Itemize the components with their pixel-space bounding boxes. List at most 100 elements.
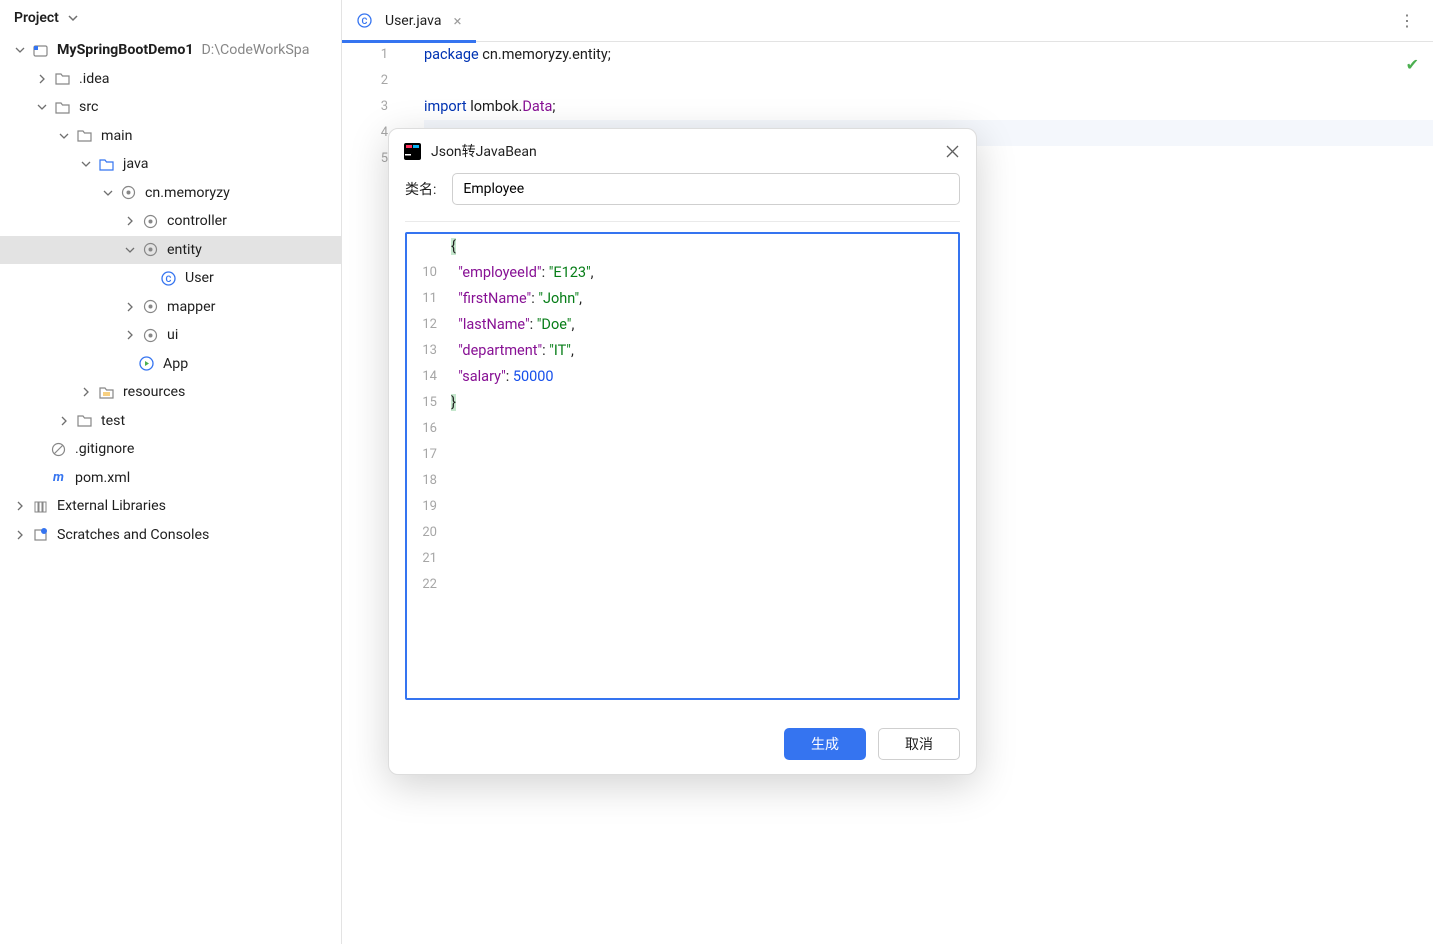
tree-item-external-libraries[interactable]: External Libraries xyxy=(0,492,341,521)
tree-item-src[interactable]: src xyxy=(0,93,341,122)
class-icon: C xyxy=(160,270,177,287)
tree-label: entity xyxy=(167,242,202,258)
chevron-right-icon xyxy=(12,527,28,543)
json-string: "John" xyxy=(538,290,579,307)
tree-label: src xyxy=(79,99,98,115)
chevron-right-icon xyxy=(34,71,50,87)
json-key: "firstName" xyxy=(458,290,531,307)
tree-label: resources xyxy=(123,384,185,400)
code-keyword: package xyxy=(424,46,482,63)
json-key: "employeeId" xyxy=(458,264,541,281)
code-class: Data xyxy=(522,98,552,115)
tab-user-java[interactable]: C User.java × xyxy=(342,0,476,42)
chevron-right-icon xyxy=(122,213,138,229)
chevron-down-icon xyxy=(122,242,138,258)
project-tree[interactable]: MySpringBootDemo1 D:\CodeWorkSpa .idea s… xyxy=(0,36,341,549)
json-key: "lastName" xyxy=(458,316,529,333)
line-number: 14 xyxy=(407,364,437,390)
generate-button[interactable]: 生成 xyxy=(784,728,866,760)
tree-item-app[interactable]: App xyxy=(0,350,341,379)
line-number: 11 xyxy=(407,286,437,312)
line-number: 12 xyxy=(407,312,437,338)
close-icon[interactable]: × xyxy=(453,12,461,30)
dialog-body: 类名: 10 11 12 13 14 15 16 17 18 19 20 21 … xyxy=(389,173,976,714)
json-string: "E123" xyxy=(549,264,591,281)
project-panel-title: Project xyxy=(14,10,59,26)
chevron-right-icon xyxy=(78,384,94,400)
line-number: 19 xyxy=(407,494,437,520)
project-name: MySpringBootDemo1 xyxy=(57,42,193,58)
tree-item-gitignore[interactable]: .gitignore xyxy=(0,435,341,464)
json-content[interactable]: { "employeeId": "E123", "firstName": "Jo… xyxy=(445,234,958,698)
line-number: 16 xyxy=(407,416,437,442)
package-icon xyxy=(142,327,159,344)
tree-label: pom.xml xyxy=(75,470,130,486)
tree-label: User xyxy=(185,270,214,286)
cancel-button[interactable]: 取消 xyxy=(878,728,960,760)
tree-root[interactable]: MySpringBootDemo1 D:\CodeWorkSpa xyxy=(0,36,341,65)
line-number: 15 xyxy=(407,390,437,416)
tree-item-mapper[interactable]: mapper xyxy=(0,293,341,322)
checkmark-icon[interactable]: ✔ xyxy=(1406,52,1419,78)
chevron-down-icon xyxy=(65,10,81,26)
class-icon: C xyxy=(356,12,373,29)
json-key: "department" xyxy=(458,342,542,359)
line-number: 5 xyxy=(342,146,388,172)
tree-item-package[interactable]: cn.memoryzy xyxy=(0,179,341,208)
json-editor[interactable]: 10 11 12 13 14 15 16 17 18 19 20 21 22 {… xyxy=(405,232,960,700)
tree-item-controller[interactable]: controller xyxy=(0,207,341,236)
tree-item-user[interactable]: C User xyxy=(0,264,341,293)
tree-item-resources[interactable]: resources xyxy=(0,378,341,407)
tree-item-scratches[interactable]: Scratches and Consoles xyxy=(0,521,341,550)
line-number: 21 xyxy=(407,546,437,572)
folder-icon xyxy=(76,127,93,144)
tree-item-pom[interactable]: m pom.xml xyxy=(0,464,341,493)
tree-label: App xyxy=(163,356,188,372)
module-icon xyxy=(32,42,49,59)
more-icon[interactable]: ⋮ xyxy=(1399,11,1415,30)
folder-icon xyxy=(76,412,93,429)
project-panel-header[interactable]: Project xyxy=(0,0,341,36)
tree-label: cn.memoryzy xyxy=(145,185,230,201)
class-name-input[interactable] xyxy=(452,173,960,205)
class-name-row: 类名: xyxy=(405,173,960,222)
code-text: lombok. xyxy=(470,98,522,115)
dialog-header: Json转JavaBean xyxy=(389,129,976,173)
chevron-down-icon xyxy=(78,156,94,172)
tree-item-entity[interactable]: entity xyxy=(0,236,341,265)
tree-label: test xyxy=(101,413,125,429)
json-string: "IT" xyxy=(549,342,571,359)
folder-icon xyxy=(54,99,71,116)
code-keyword: import xyxy=(424,98,470,115)
tree-item-main[interactable]: main xyxy=(0,122,341,151)
chevron-down-icon xyxy=(56,128,72,144)
tree-item-java[interactable]: java xyxy=(0,150,341,179)
chevron-down-icon xyxy=(100,185,116,201)
line-number: 1 xyxy=(342,42,388,68)
close-icon[interactable] xyxy=(944,143,960,159)
line-number: 18 xyxy=(407,468,437,494)
json-key: "salary" xyxy=(458,368,506,385)
project-path: D:\CodeWorkSpa xyxy=(201,42,309,58)
json-string: "Doe" xyxy=(537,316,572,333)
tree-item-ui[interactable]: ui xyxy=(0,321,341,350)
tab-actions: ⋮ xyxy=(1399,11,1433,30)
source-folder-icon xyxy=(98,156,115,173)
chevron-right-icon xyxy=(122,299,138,315)
scratches-icon xyxy=(32,526,49,543)
library-icon xyxy=(32,498,49,515)
tree-label: Scratches and Consoles xyxy=(57,527,209,543)
package-icon xyxy=(120,184,137,201)
run-class-icon xyxy=(138,355,155,372)
tree-item-idea[interactable]: .idea xyxy=(0,65,341,94)
json-to-javabean-dialog: Json转JavaBean 类名: 10 11 12 13 14 15 16 1… xyxy=(388,128,977,775)
package-icon xyxy=(142,241,159,258)
tree-label: .idea xyxy=(79,71,109,87)
line-number: 13 xyxy=(407,338,437,364)
project-sidebar: Project MySpringBootDemo1 D:\CodeWorkSpa… xyxy=(0,0,342,944)
json-brace: } xyxy=(451,394,456,411)
chevron-right-icon xyxy=(122,327,138,343)
tree-item-test[interactable]: test xyxy=(0,407,341,436)
tree-label: External Libraries xyxy=(57,498,166,514)
folder-icon xyxy=(54,70,71,87)
